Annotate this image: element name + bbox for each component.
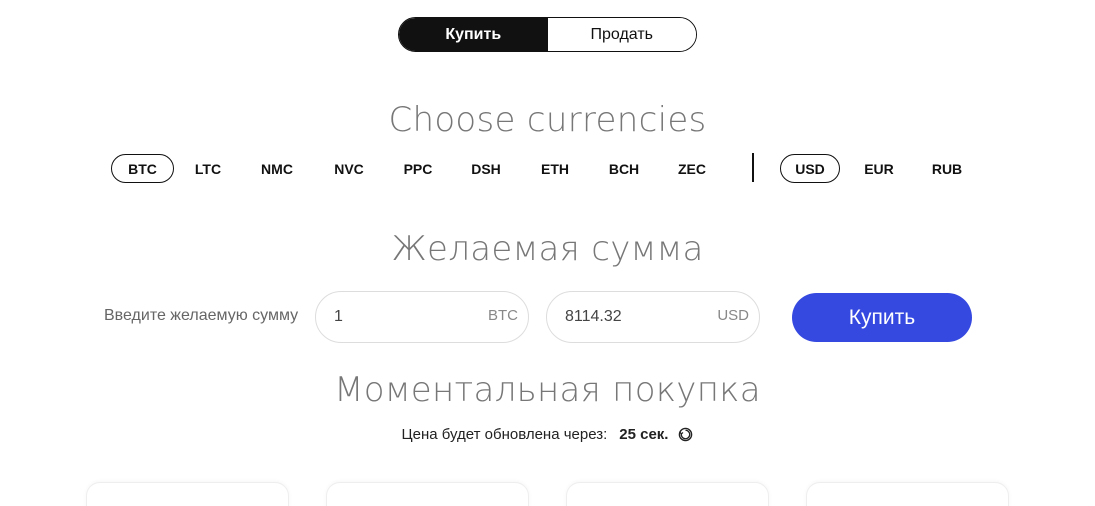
refresh-text: Цена будет обновлена через: bbox=[401, 426, 608, 443]
offer-card[interactable] bbox=[86, 482, 289, 506]
currency-chip-ppc[interactable]: PPC bbox=[389, 154, 447, 183]
crypto-amount-field: BTC bbox=[315, 291, 529, 343]
buy-button[interactable]: Купить bbox=[792, 293, 972, 342]
amount-label: Введите желаемую сумму bbox=[104, 307, 299, 324]
instant-purchase-title: Моментальная покупка bbox=[334, 370, 761, 410]
price-refresh-notice: Цена будет обновлена через: 25 сек. bbox=[0, 426, 1095, 443]
currency-chip-zec[interactable]: ZEC bbox=[663, 154, 721, 183]
offer-card[interactable] bbox=[806, 482, 1009, 506]
currency-chip-nmc[interactable]: NMC bbox=[248, 154, 306, 183]
offer-card[interactable] bbox=[566, 482, 769, 506]
currency-chip-dsh[interactable]: DSH bbox=[457, 154, 515, 183]
fiat-unit-label: USD bbox=[717, 307, 749, 324]
fiat-amount-field: USD bbox=[546, 291, 760, 343]
currency-chip-rub[interactable]: RUB bbox=[918, 154, 976, 183]
refresh-seconds: 25 сек. bbox=[619, 426, 669, 443]
offer-card[interactable] bbox=[326, 482, 529, 506]
sell-tab[interactable]: Продать bbox=[547, 18, 696, 51]
fiat-amount-input[interactable] bbox=[565, 292, 715, 342]
buy-sell-toggle: Купить Продать bbox=[398, 17, 697, 52]
crypto-unit-label: BTC bbox=[488, 307, 518, 324]
currency-chip-btc[interactable]: BTC bbox=[111, 154, 174, 183]
currency-divider bbox=[752, 153, 754, 182]
currency-chip-ltc[interactable]: LTC bbox=[180, 154, 236, 183]
crypto-amount-input[interactable] bbox=[334, 292, 484, 342]
buy-tab[interactable]: Купить bbox=[399, 18, 548, 51]
currency-chip-usd[interactable]: USD bbox=[780, 154, 840, 183]
currency-chip-eth[interactable]: ETH bbox=[526, 154, 584, 183]
currency-chip-nvc[interactable]: NVC bbox=[320, 154, 378, 183]
choose-currencies-title: Choose currencies bbox=[388, 100, 707, 140]
currency-chip-eur[interactable]: EUR bbox=[850, 154, 908, 183]
sync-icon[interactable] bbox=[678, 427, 693, 442]
currency-chip-bch[interactable]: BCH bbox=[595, 154, 653, 183]
desired-amount-title: Желаемая сумма bbox=[391, 229, 704, 269]
